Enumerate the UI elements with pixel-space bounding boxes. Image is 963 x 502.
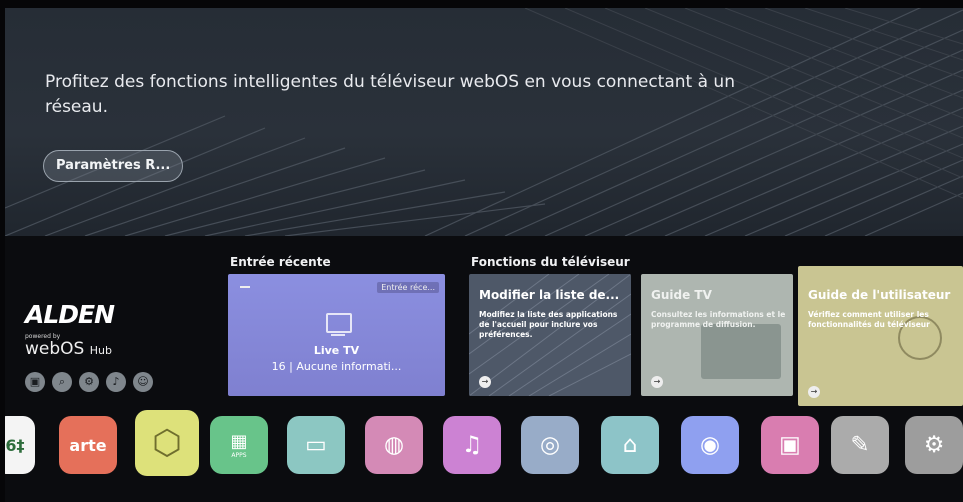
- input-icon[interactable]: ▣: [25, 372, 45, 392]
- brand-block: ALDEN powered by webOS Hub: [25, 300, 115, 359]
- tv-guide-card[interactable]: Guide TV Consultez les informations et l…: [641, 274, 793, 396]
- screen-share-icon: ▭: [305, 432, 327, 458]
- brand-logo: ALDEN: [25, 300, 115, 329]
- notification-icon[interactable]: ♪: [106, 372, 126, 392]
- arte-label: arte: [69, 435, 107, 455]
- webos-logo: webOS Hub: [25, 339, 114, 359]
- recent-input-title: Entrée récente: [230, 255, 331, 269]
- search-icon[interactable]: ⌕: [52, 372, 72, 392]
- gallery-app[interactable]: ▣: [761, 416, 819, 474]
- hero-banner: Profitez des fonctions intelligentes du …: [5, 8, 963, 236]
- sync-app[interactable]: ◎: [521, 416, 579, 474]
- graduation-cap-icon: ⌂: [622, 432, 638, 458]
- yellow-app[interactable]: ⬡: [135, 410, 199, 476]
- tv-stand-icon: [331, 334, 345, 336]
- gear-icon: ⚙: [923, 432, 945, 458]
- tv-screen: Profitez des fonctions intelligentes du …: [5, 8, 963, 502]
- sync-icon: ◎: [539, 432, 561, 458]
- live-tv-card[interactable]: Entrée réce... Live TV 16 | Aucune infor…: [228, 274, 445, 396]
- card-indicator: [240, 286, 250, 288]
- polygon-icon: ⬡: [152, 423, 182, 463]
- edit-app[interactable]: ✎: [831, 416, 889, 474]
- music-app[interactable]: ♫: [443, 416, 501, 474]
- grid-icon: ▦: [230, 431, 248, 452]
- apps-label: APPS: [231, 452, 247, 459]
- edit-list-title: Modifier la liste de...: [479, 288, 620, 302]
- webos-label: webOS: [25, 339, 85, 359]
- pencil-icon: ✎: [850, 432, 870, 458]
- screen-share-app[interactable]: ▭: [287, 416, 345, 474]
- gamepad-icon: ◍: [383, 432, 405, 458]
- hub-label: Hub: [89, 344, 112, 357]
- settings-app[interactable]: ⚙: [905, 416, 963, 474]
- tv-features-title: Fonctions du téléviseur: [471, 255, 630, 269]
- quick-actions: ▣ ⌕ ⚙ ♪ ☺: [25, 372, 153, 392]
- arrow-icon: →: [651, 376, 663, 388]
- user-guide-card[interactable]: Guide de l'utilisateur Vérifiez comment …: [798, 266, 963, 406]
- channel-info-label: 16 | Aucune informati...: [271, 360, 402, 373]
- arrow-icon: →: [808, 386, 820, 398]
- apps-app[interactable]: ▦ APPS: [210, 416, 268, 474]
- tv-icon: [326, 313, 352, 333]
- recent-input-tag: Entrée réce...: [377, 282, 439, 293]
- hero-pattern: [5, 8, 963, 236]
- education-app[interactable]: ⌂: [601, 416, 659, 474]
- channel-app[interactable]: 6‡: [5, 416, 35, 474]
- network-settings-button[interactable]: Paramètres R...: [43, 150, 184, 182]
- edit-list-description: Modifiez la liste des applications de l'…: [479, 310, 618, 339]
- music-note-icon: ♫: [461, 432, 483, 458]
- live-tv-label: Live TV: [313, 344, 360, 357]
- arrow-icon: →: [479, 376, 491, 388]
- user-guide-description: Vérifiez comment utiliser les fonctionna…: [808, 310, 930, 329]
- channel-app-label: 6‡: [5, 435, 25, 455]
- network-prompt-message: Profitez des fonctions intelligentes du …: [45, 72, 735, 117]
- tv-guide-illustration: [701, 324, 781, 379]
- browser-app[interactable]: ◉: [681, 416, 739, 474]
- edit-list-card[interactable]: Modifier la liste de... Modifiez la list…: [469, 274, 631, 396]
- settings-icon[interactable]: ⚙: [79, 372, 99, 392]
- gallery-icon: ▣: [779, 432, 801, 458]
- user-guide-title: Guide de l'utilisateur: [808, 288, 951, 302]
- globe-icon: ◉: [699, 432, 721, 458]
- game-app[interactable]: ◍: [365, 416, 423, 474]
- tv-guide-title: Guide TV: [651, 288, 712, 302]
- arte-app[interactable]: arte: [59, 416, 117, 474]
- profile-icon[interactable]: ☺: [133, 372, 153, 392]
- tv-guide-description: Consultez les informations et le program…: [651, 310, 786, 329]
